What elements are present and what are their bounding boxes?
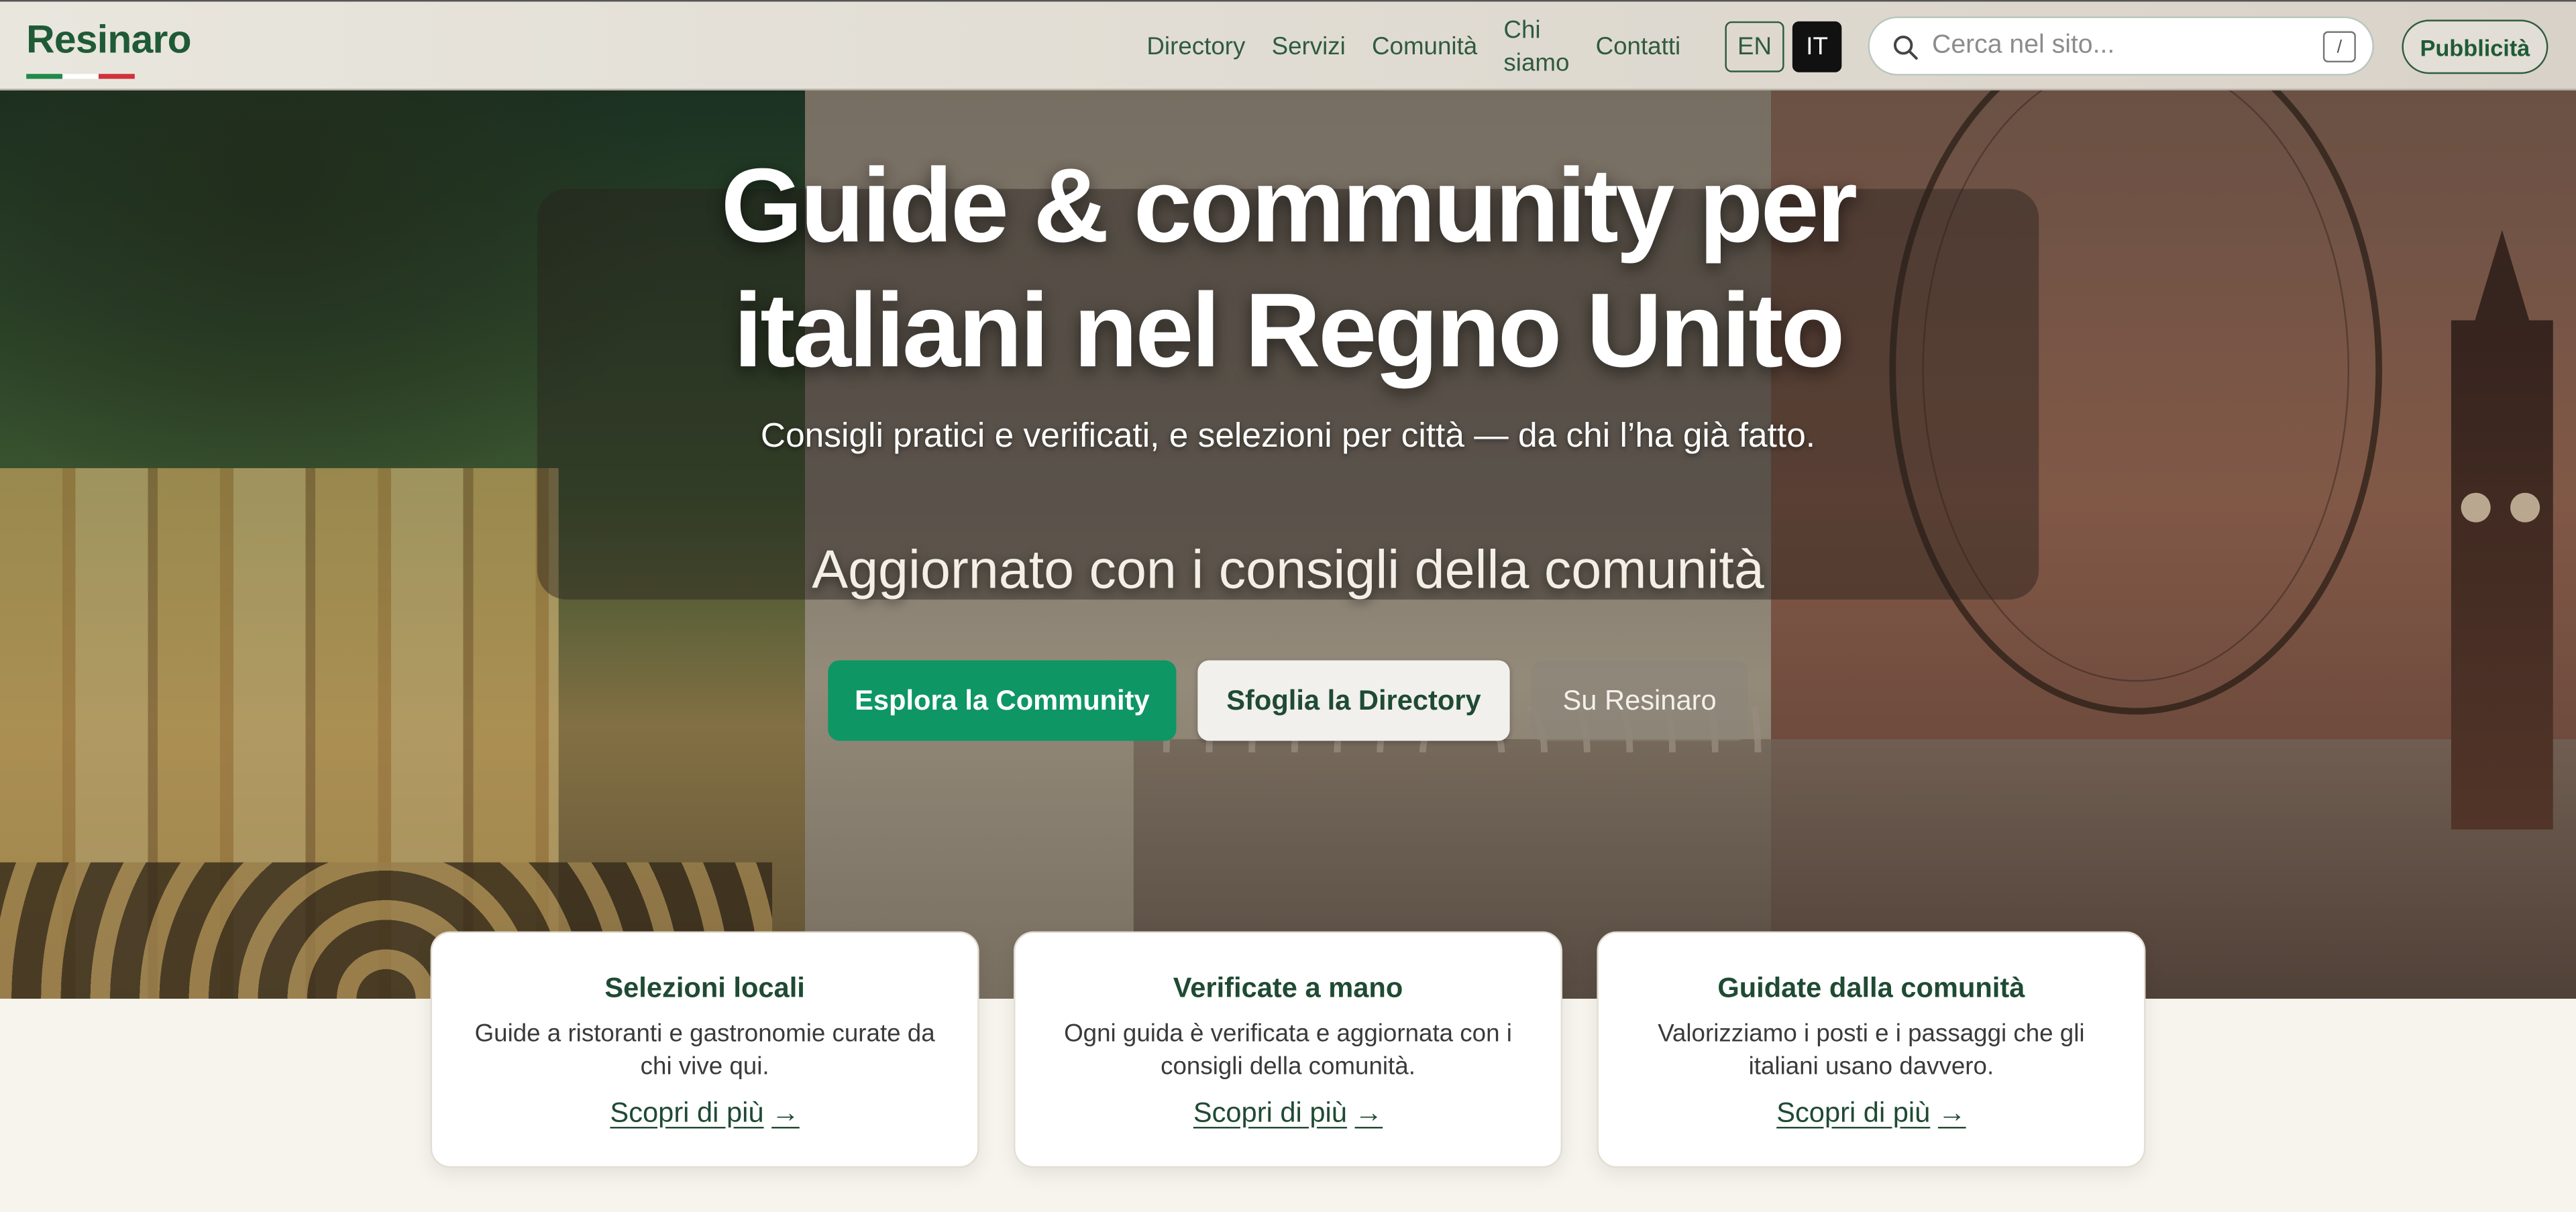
card-description: Guide a ristoranti e gastronomie curate …: [474, 1020, 935, 1081]
search-input[interactable]: Cerca nel sito... /: [1868, 16, 2374, 76]
card-description: Valorizziamo i posti e i passaggi che gl…: [1658, 1020, 2085, 1081]
card-link[interactable]: Scopri di più →: [1599, 1097, 2144, 1130]
card-title: Selezioni locali: [604, 972, 805, 1004]
arrow-right-icon: →: [1937, 1097, 1966, 1129]
hero-updated-note: Aggiornato con i consigli della comunità: [812, 539, 1764, 600]
nav-chi-siamo[interactable]: Chi siamo: [1503, 14, 1569, 80]
search-icon: [1893, 36, 1918, 60]
search-shortcut-key: /: [2322, 31, 2356, 63]
flag-white: [62, 74, 99, 79]
card-link-text[interactable]: Scopri di più: [1193, 1097, 1347, 1129]
card-link[interactable]: Scopri di più →: [1015, 1097, 1560, 1130]
nav-comunita[interactable]: Comunità: [1372, 30, 1477, 63]
nav-contatti[interactable]: Contatti: [1596, 30, 1681, 63]
logo[interactable]: Resinaro: [26, 18, 191, 64]
italian-flag-underline: [26, 74, 135, 79]
flag-red: [98, 74, 135, 79]
card-link-text[interactable]: Scopri di più: [1776, 1097, 1930, 1129]
lang-it-button[interactable]: IT: [1792, 21, 1842, 72]
hero-subtitle: Consigli pratici e verificati, e selezio…: [760, 417, 1816, 455]
hero-title-line1: Guide & community per: [720, 146, 1858, 265]
top-navbar: Resinaro Directory Servizi Comunità Chi …: [0, 0, 2576, 91]
lang-en-button[interactable]: EN: [1725, 21, 1784, 72]
card-link[interactable]: Scopri di più →: [432, 1097, 977, 1130]
about-resinaro-button[interactable]: Su Resinaro: [1531, 660, 1748, 741]
hero-title-line2: italiani nel Regno Unito: [733, 271, 1845, 390]
nav-servizi[interactable]: Servizi: [1272, 30, 1346, 63]
card-title: Guidate dalla comunità: [1717, 972, 2025, 1004]
nav-directory[interactable]: Directory: [1146, 30, 1245, 63]
explore-community-button[interactable]: Esplora la Community: [828, 660, 1177, 741]
card-link-text[interactable]: Scopri di più: [610, 1097, 763, 1129]
search-placeholder: Cerca nel sito...: [1932, 31, 2115, 60]
card-title: Verificate a mano: [1173, 972, 1403, 1004]
arrow-right-icon: →: [771, 1097, 800, 1129]
card-description: Ogni guida è verificata e aggiornata con…: [1064, 1020, 1512, 1081]
flag-green: [26, 74, 63, 79]
browse-directory-button[interactable]: Sfoglia la Directory: [1197, 660, 1510, 741]
advertise-button[interactable]: Pubblicità: [2402, 19, 2548, 74]
feature-card: Verificate a mano Ogni guida è verificat…: [1014, 931, 1562, 1168]
feature-card: Selezioni locali Guide a ristoranti e ga…: [430, 931, 979, 1168]
arrow-right-icon: →: [1354, 1097, 1383, 1129]
feature-card: Guidate dalla comunità Valorizziamo i po…: [1597, 931, 2146, 1168]
main-nav: Directory Servizi Comunità Chi siamo Con…: [1134, 1, 1694, 92]
